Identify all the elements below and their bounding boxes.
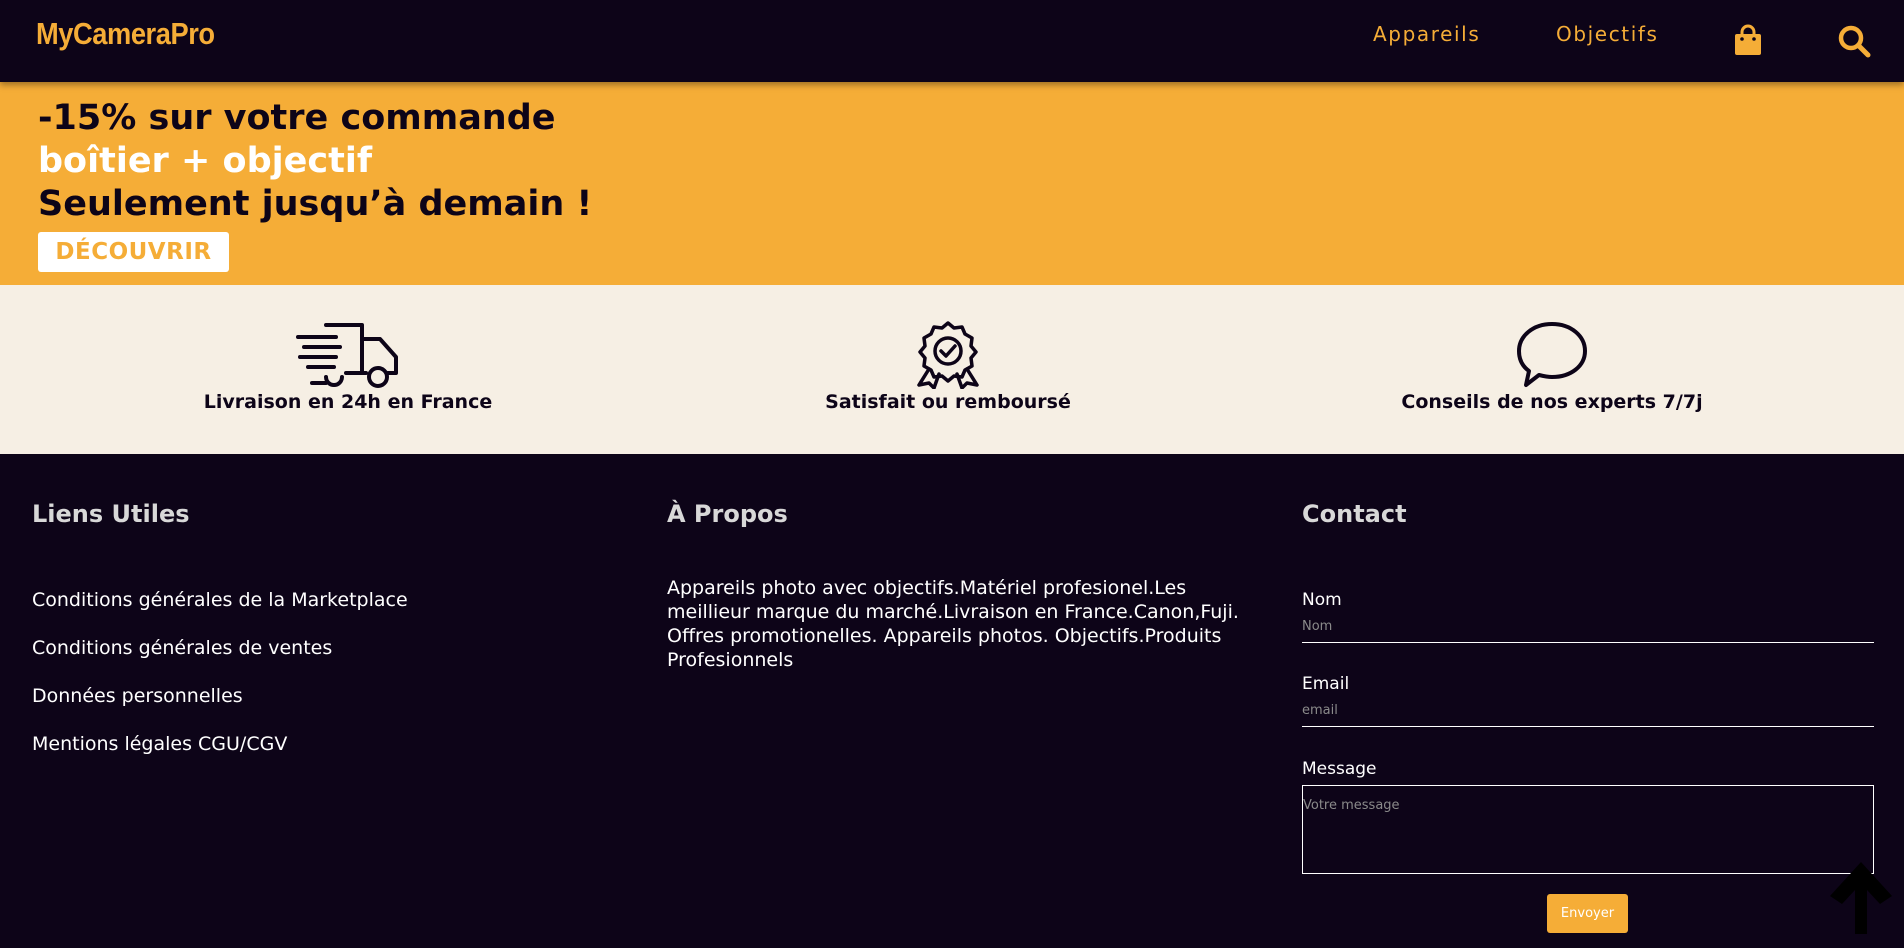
footer-link-marketplace-terms[interactable]: Conditions générales de la Marketplace	[32, 589, 408, 611]
footer-link-sales-terms[interactable]: Conditions générales de ventes	[32, 637, 332, 659]
message-field[interactable]	[1302, 785, 1874, 874]
features-strip: Livraison en 24h en France Satisfait ou …	[0, 285, 1904, 454]
promo-banner: -15% sur votre commande boîtier + object…	[0, 82, 1904, 285]
feature-satisfaction: Satisfait ou remboursé	[698, 321, 1198, 413]
arrow-up-icon[interactable]	[1826, 858, 1896, 938]
delivery-truck-icon	[296, 323, 398, 388]
feature-label-satisfaction: Satisfait ou remboursé	[825, 391, 1071, 413]
name-label: Nom	[1302, 590, 1342, 610]
about-title: À Propos	[667, 500, 788, 528]
footer-link-legal-notice[interactable]: Mentions légales CGU/CGV	[32, 733, 287, 755]
feature-label-experts: Conseils de nos experts 7/7j	[1401, 391, 1703, 413]
contact-title: Contact	[1302, 500, 1407, 528]
site-footer: Liens Utiles Conditions générales de la …	[0, 454, 1904, 948]
feature-delivery: Livraison en 24h en France	[98, 321, 598, 413]
site-logo[interactable]: MyCameraPro	[36, 16, 215, 52]
email-field[interactable]	[1302, 695, 1874, 727]
feature-label-delivery: Livraison en 24h en France	[203, 391, 493, 413]
promo-deadline: Seulement jusqu’à demain !	[38, 184, 593, 224]
search-icon[interactable]	[1837, 24, 1871, 58]
about-text: Appareils photo avec objectifs.Matériel …	[667, 577, 1239, 671]
nav-link-objectifs[interactable]: Objectifs	[1556, 22, 1659, 46]
send-button[interactable]: Envoyer	[1547, 894, 1628, 933]
name-field[interactable]	[1302, 611, 1874, 643]
award-badge-icon	[917, 321, 979, 389]
message-label: Message	[1302, 759, 1377, 779]
nav-link-appareils[interactable]: Appareils	[1373, 22, 1480, 46]
shopping-bag-icon[interactable]	[1734, 24, 1762, 56]
discover-button[interactable]: DÉCOUVRIR	[38, 232, 229, 272]
useful-links-title: Liens Utiles	[32, 500, 190, 528]
speech-bubble-icon	[1517, 322, 1587, 387]
promo-subheadline: boîtier + objectif	[38, 141, 373, 181]
feature-experts: Conseils de nos experts 7/7j	[1302, 321, 1802, 413]
footer-link-personal-data[interactable]: Données personnelles	[32, 685, 243, 707]
email-label: Email	[1302, 674, 1350, 694]
site-header: MyCameraPro Appareils Objectifs	[0, 0, 1904, 82]
promo-headline: -15% sur votre commande	[38, 98, 556, 138]
